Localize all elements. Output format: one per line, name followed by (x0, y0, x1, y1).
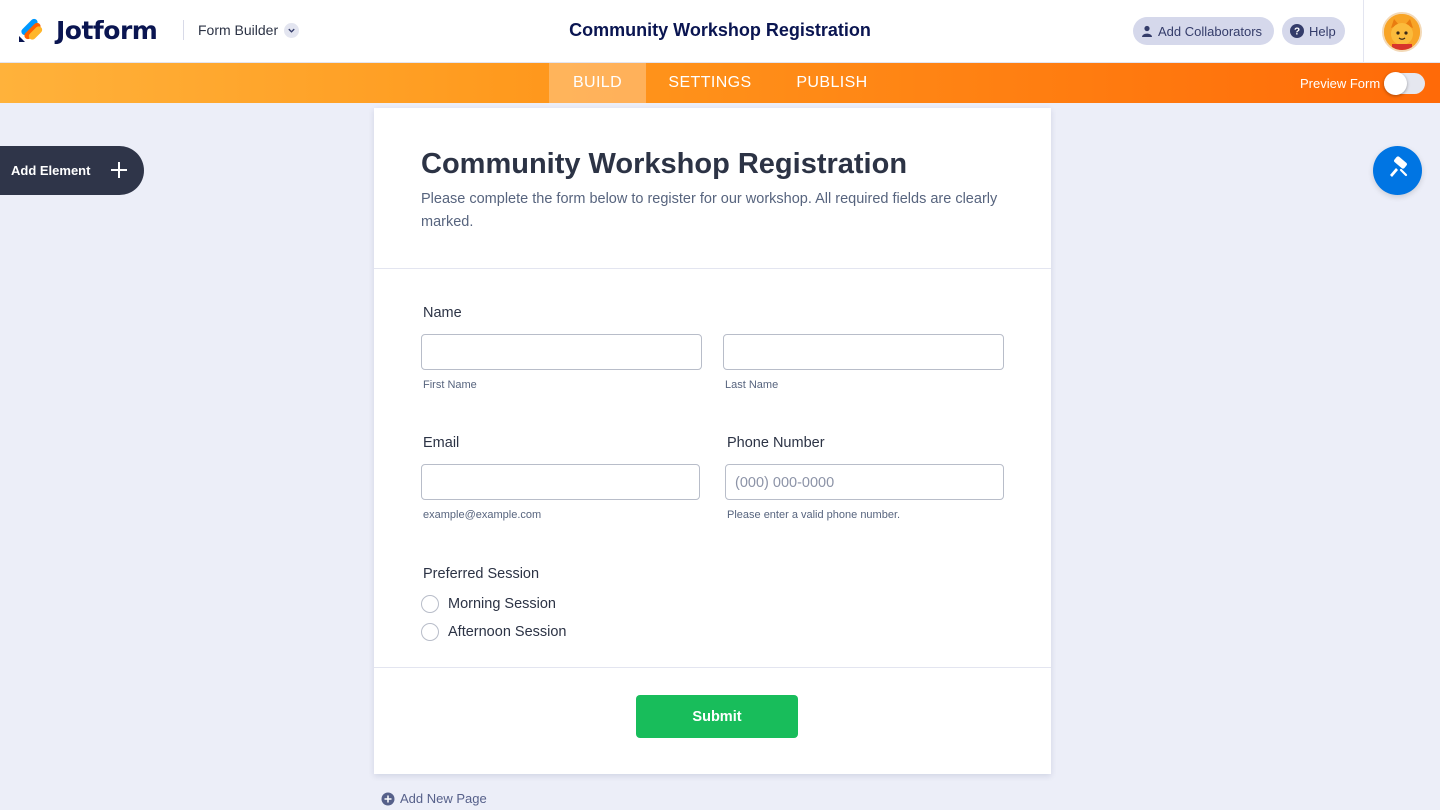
header-divider (183, 20, 184, 40)
radio-label: Afternoon Session (448, 624, 567, 640)
phone-label[interactable]: Phone Number (727, 435, 825, 451)
phone-sublabel: Please enter a valid phone number. (727, 509, 901, 521)
radio-button[interactable] (421, 595, 439, 613)
add-collaborators-button[interactable]: Add Collaborators (1133, 17, 1274, 45)
svg-text:?: ? (1294, 27, 1300, 38)
top-header: Jotform Form Builder Community Workshop … (0, 0, 1440, 63)
paint-roller-icon (1386, 156, 1410, 185)
radio-label: Morning Session (448, 596, 556, 612)
form-builder-label: Form Builder (198, 22, 279, 38)
add-new-page-label: Add New Page (400, 791, 487, 806)
email-sublabel: example@example.com (423, 509, 542, 521)
add-element-button[interactable]: Add Element (0, 146, 144, 195)
question-icon: ? (1290, 24, 1304, 38)
header-divider-right (1363, 0, 1364, 63)
avatar[interactable] (1382, 12, 1422, 52)
preview-form-label: Preview Form (1300, 76, 1381, 91)
add-new-page-button[interactable]: Add New Page (381, 791, 487, 806)
add-element-label: Add Element (11, 163, 91, 178)
tab-build[interactable]: BUILD (549, 63, 646, 103)
radio-option-morning[interactable]: Morning Session (421, 595, 556, 613)
form-description[interactable]: Please complete the form below to regist… (421, 188, 1011, 234)
tab-settings[interactable]: SETTINGS (646, 63, 774, 103)
logo-text: Jotform (56, 15, 158, 45)
email-label[interactable]: Email (423, 435, 459, 451)
radio-button[interactable] (421, 623, 439, 641)
last-name-sublabel: Last Name (725, 379, 779, 391)
tab-publish[interactable]: PUBLISH (774, 63, 890, 103)
form-title[interactable]: Community Workshop Registration (421, 148, 907, 181)
jotform-logo[interactable]: Jotform (17, 14, 158, 46)
preview-form-toggle[interactable] (1384, 72, 1425, 95)
first-name-sublabel: First Name (423, 379, 477, 391)
builder-nav-bar: BUILD SETTINGS PUBLISH Preview Form (0, 63, 1440, 103)
form-designer-button[interactable] (1373, 146, 1422, 195)
user-icon (1141, 25, 1153, 37)
help-label: Help (1309, 23, 1336, 39)
form-builder-dropdown[interactable]: Form Builder (198, 22, 300, 38)
form-divider-bottom (374, 667, 1051, 668)
chevron-down-icon (284, 22, 300, 38)
radio-option-afternoon[interactable]: Afternoon Session (421, 623, 567, 641)
plus-circle-icon (381, 792, 395, 806)
plus-icon (109, 160, 129, 180)
first-name-input[interactable] (421, 334, 702, 370)
session-label[interactable]: Preferred Session (423, 566, 539, 582)
form-card: Community Workshop Registration Please c… (374, 108, 1051, 774)
last-name-input[interactable] (723, 334, 1004, 370)
help-button[interactable]: ? Help (1282, 17, 1345, 45)
name-label[interactable]: Name (423, 305, 462, 321)
email-input[interactable] (421, 464, 700, 500)
submit-button[interactable]: Submit (636, 695, 798, 738)
form-divider (374, 268, 1051, 269)
add-collaborators-label: Add Collaborators (1158, 23, 1263, 39)
toggle-knob (1384, 72, 1407, 95)
phone-input[interactable] (725, 464, 1004, 500)
jotform-logo-icon (17, 16, 45, 44)
